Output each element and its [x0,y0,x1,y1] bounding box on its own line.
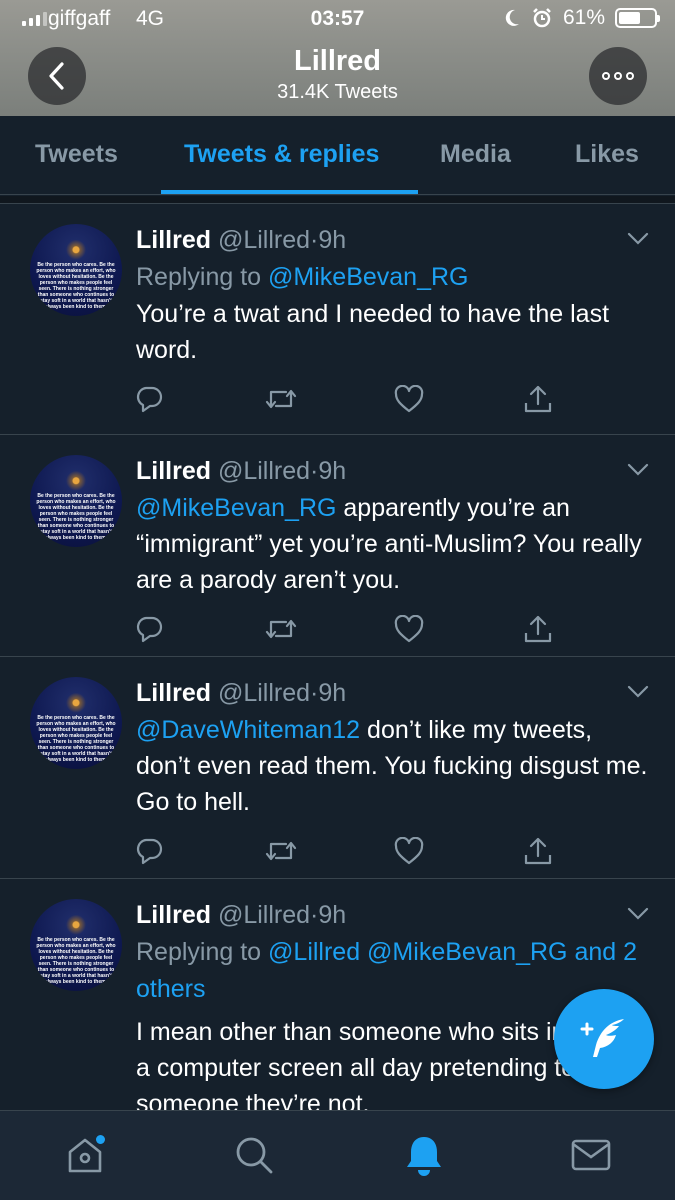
nav-messages[interactable] [569,1133,613,1177]
reply-button[interactable] [134,831,264,871]
tweet[interactable]: Be the person who cares. Be the person w… [0,204,675,435]
tweet-author-name[interactable]: Lillred [136,457,211,485]
tweet[interactable]: Be the person who cares. Be the person w… [0,435,675,657]
alarm-icon [533,8,551,28]
nav-notifications[interactable] [402,1133,446,1177]
chevron-down-icon[interactable] [627,685,649,699]
tweet-text: You’re a twat and I needed to have the l… [136,300,610,364]
like-button[interactable] [394,379,524,419]
tweet-handle: @Lillred [217,901,311,929]
share-button[interactable] [523,379,653,419]
tweet-handle: @Lillred [217,457,311,485]
tweet-author-name[interactable]: Lillred [136,679,211,707]
notifications-icon [407,1137,441,1176]
share-icon [525,615,552,643]
nav-home[interactable] [63,1133,107,1177]
profile-tabs: Tweets Tweets & replies Media Likes [0,116,675,195]
retweet-button[interactable] [264,379,394,419]
like-button[interactable] [394,831,524,871]
battery-percent: 61% [562,6,605,29]
reply-button[interactable] [134,609,264,649]
share-button[interactable] [523,831,653,871]
nav-search[interactable] [232,1133,276,1177]
avatar-quote: Be the person who cares. Be the person w… [36,262,116,310]
chevron-down-icon[interactable] [627,907,649,921]
compose-tweet-icon [580,1019,624,1057]
profile-header: giffgaff 4G 03:57 61% Lillred 31.4K Twee… [0,0,675,116]
tweet-actions [134,598,653,660]
share-button[interactable] [523,609,653,649]
compose-tweet-button[interactable] [554,989,654,1089]
replying-to-link[interactable]: @Lillred @MikeBevan_RG [268,938,567,966]
replying-to-label: Replying to [136,263,262,291]
chevron-down-icon[interactable] [627,463,649,477]
avatar[interactable]: Be the person who cares. Be the person w… [30,899,122,991]
retweet-button[interactable] [264,831,394,871]
like-icon [394,615,423,643]
feed-divider [0,196,675,204]
tweet-time: 9h [318,226,347,254]
reply-icon [136,386,163,413]
tweet-count: 31.4K Tweets [277,81,398,103]
tab-tweets[interactable]: Tweets [35,140,118,169]
tweet-text-container: @DaveWhiteman12 don’t like my tweets, do… [136,712,653,820]
avatar-quote: Be the person who cares. Be the person w… [36,715,116,763]
new-content-dot [96,1135,105,1144]
chevron-down-icon[interactable] [627,232,649,246]
avatar-quote: Be the person who cares. Be the person w… [36,493,116,541]
reply-icon [136,838,163,865]
more-icon [602,72,634,80]
replying-to-link[interactable]: @MikeBevan_RG [268,263,468,291]
more-options-button[interactable] [589,47,647,105]
like-button[interactable] [394,609,524,649]
tweet-text-container: @MikeBevan_RG apparently you’re an “immi… [136,490,653,598]
reply-button[interactable] [134,379,264,419]
tweet-time: 9h [318,457,347,485]
battery-icon [615,8,660,28]
avatar[interactable]: Be the person who cares. Be the person w… [30,455,122,547]
profile-name: Lillred [293,45,381,77]
tweet[interactable]: Be the person who cares. Be the person w… [0,657,675,879]
tweet-actions [134,820,653,882]
tweet-author-name[interactable]: Lillred [136,901,211,929]
tweet-handle: @Lillred [217,226,311,254]
mention-link[interactable]: @MikeBevan_RG [136,494,336,522]
battery-level [619,12,640,24]
search-icon [236,1137,273,1174]
tweet-handle: @Lillred [217,679,311,707]
share-icon [525,837,552,865]
tab-likes[interactable]: Likes [575,140,639,169]
share-icon [525,385,552,413]
messages-icon [571,1139,611,1171]
retweet-icon [265,619,296,639]
tweet-feed[interactable]: Be the person who cares. Be the person w… [0,196,675,1110]
retweet-button[interactable] [264,609,394,649]
tab-tweets-and-replies[interactable]: Tweets & replies [184,140,379,169]
avatar[interactable]: Be the person who cares. Be the person w… [30,677,122,769]
tweet-time: 9h [318,901,347,929]
mention-link[interactable]: @DaveWhiteman12 [136,716,360,744]
retweet-icon [265,389,296,409]
tweet-author-name[interactable]: Lillred [136,226,211,254]
status-bar: giffgaff 4G 03:57 61% [0,0,675,38]
replying-to-label: Replying to [136,938,262,966]
moon-icon [505,9,519,26]
retweet-icon [265,841,296,861]
like-icon [394,385,423,413]
tab-media[interactable]: Media [440,140,511,169]
avatar-quote: Be the person who cares. Be the person w… [36,937,116,985]
tweet-actions [134,368,653,430]
bottom-navigation [0,1110,675,1200]
like-icon [394,837,423,865]
reply-icon [136,616,163,643]
active-tab-indicator [161,190,418,194]
avatar[interactable]: Be the person who cares. Be the person w… [30,224,122,316]
tweet-time: 9h [318,679,347,707]
